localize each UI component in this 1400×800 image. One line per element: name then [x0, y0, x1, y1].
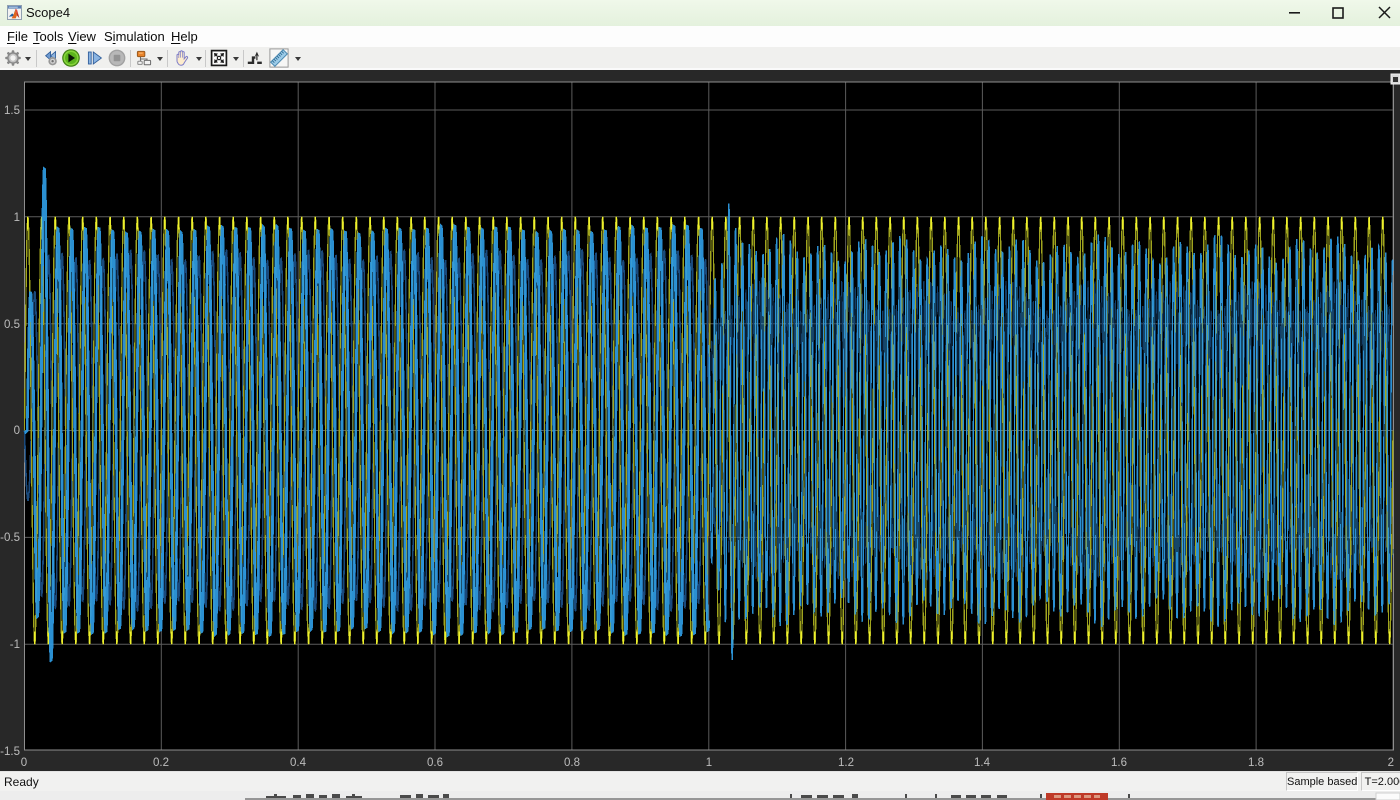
svg-text:0.2: 0.2 — [153, 757, 169, 769]
svg-text:1.8: 1.8 — [1248, 757, 1264, 769]
svg-text:0.5: 0.5 — [4, 319, 20, 331]
svg-text:0.6: 0.6 — [427, 757, 443, 769]
svg-text:0: 0 — [21, 757, 27, 769]
svg-text:-0.5: -0.5 — [0, 532, 20, 544]
svg-text:-1: -1 — [10, 639, 20, 651]
svg-text:1: 1 — [14, 212, 20, 224]
svg-text:1: 1 — [706, 757, 712, 769]
svg-text:0.8: 0.8 — [564, 757, 580, 769]
svg-text:-1.5: -1.5 — [0, 746, 20, 758]
svg-text:0.4: 0.4 — [290, 757, 307, 769]
svg-text:0: 0 — [14, 425, 20, 437]
svg-text:1.5: 1.5 — [4, 105, 20, 117]
svg-text:1.6: 1.6 — [1111, 757, 1127, 769]
svg-text:1.2: 1.2 — [838, 757, 854, 769]
svg-text:1.4: 1.4 — [974, 757, 991, 769]
svg-text:2: 2 — [1388, 757, 1394, 769]
